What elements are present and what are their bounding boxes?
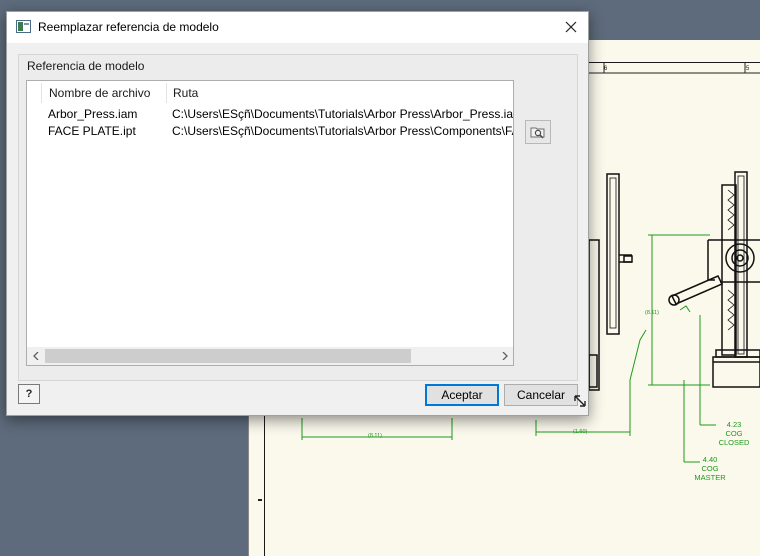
dim-height-left: (8.11) [645, 310, 659, 316]
list-item-path: C:\Users\ESçñ\Documents\Tutorials\Arbor … [172, 124, 513, 138]
browse-button[interactable] [525, 120, 551, 144]
press-side-view [588, 173, 633, 391]
list-item-name: FACE PLATE.ipt [48, 124, 136, 138]
list-item[interactable]: FACE PLATE.ipt C:\Users\ESçñ\Documents\T… [27, 123, 513, 140]
dim-width-right: (1.60) [573, 429, 588, 435]
cancel-button[interactable]: Cancelar [504, 384, 578, 406]
dialog-titlebar[interactable]: Reemplazar referencia de modelo [7, 12, 588, 43]
app-window-icon [16, 20, 31, 33]
chevron-left-icon [32, 352, 38, 360]
resize-grip-icon[interactable] [572, 393, 588, 409]
dim-width-left: (8.11) [368, 433, 382, 439]
replace-model-reference-dialog: Reemplazar referencia de modelo Referenc… [6, 11, 589, 416]
help-button[interactable]: ? [18, 384, 40, 404]
ruler-mark-6: 6 [604, 66, 608, 72]
cog-master-value: 4.40 [703, 455, 718, 464]
press-front-view [668, 171, 760, 388]
model-reference-group: Referencia de modelo Nombre de archivo R… [18, 54, 578, 381]
scroll-thumb[interactable] [45, 349, 411, 363]
cog-master-label-2: MASTER [694, 473, 726, 482]
ruler-mark-5: 5 [746, 66, 750, 72]
column-header-filename[interactable]: Nombre de archivo [49, 86, 150, 100]
chevron-right-icon [502, 352, 508, 360]
horizontal-scrollbar[interactable] [27, 347, 513, 365]
list-header: Nombre de archivo Ruta [27, 81, 513, 105]
cog-closed-value: 4.23 [727, 420, 742, 429]
cog-labels: 4.23 COG CLOSED 4.40 COG MASTER [694, 420, 750, 482]
ok-button[interactable]: Aceptar [425, 384, 499, 406]
dialog-title: Reemplazar referencia de modelo [38, 20, 219, 34]
close-icon [565, 21, 577, 33]
close-button[interactable] [554, 12, 588, 42]
column-header-path[interactable]: Ruta [173, 86, 198, 100]
column-separator [41, 83, 42, 103]
cog-master-label-1: COG [701, 464, 718, 473]
cog-closed-label-2: CLOSED [719, 438, 750, 447]
list-item-path: C:\Users\ESçñ\Documents\Tutorials\Arbor … [172, 107, 513, 121]
list-item-name: Arbor_Press.iam [48, 107, 138, 121]
column-separator[interactable] [166, 83, 167, 103]
browse-folder-icon [530, 127, 545, 139]
scroll-left-button[interactable] [27, 347, 44, 365]
scroll-right-button[interactable] [496, 347, 513, 365]
group-label: Referencia de modelo [27, 59, 145, 73]
reference-list[interactable]: Nombre de archivo Ruta Arbor_Press.iam C… [26, 80, 514, 366]
list-item[interactable]: Arbor_Press.iam C:\Users\ESçñ\Documents\… [27, 106, 513, 123]
help-icon: ? [25, 388, 33, 400]
cog-closed-label-1: COG [725, 429, 742, 438]
